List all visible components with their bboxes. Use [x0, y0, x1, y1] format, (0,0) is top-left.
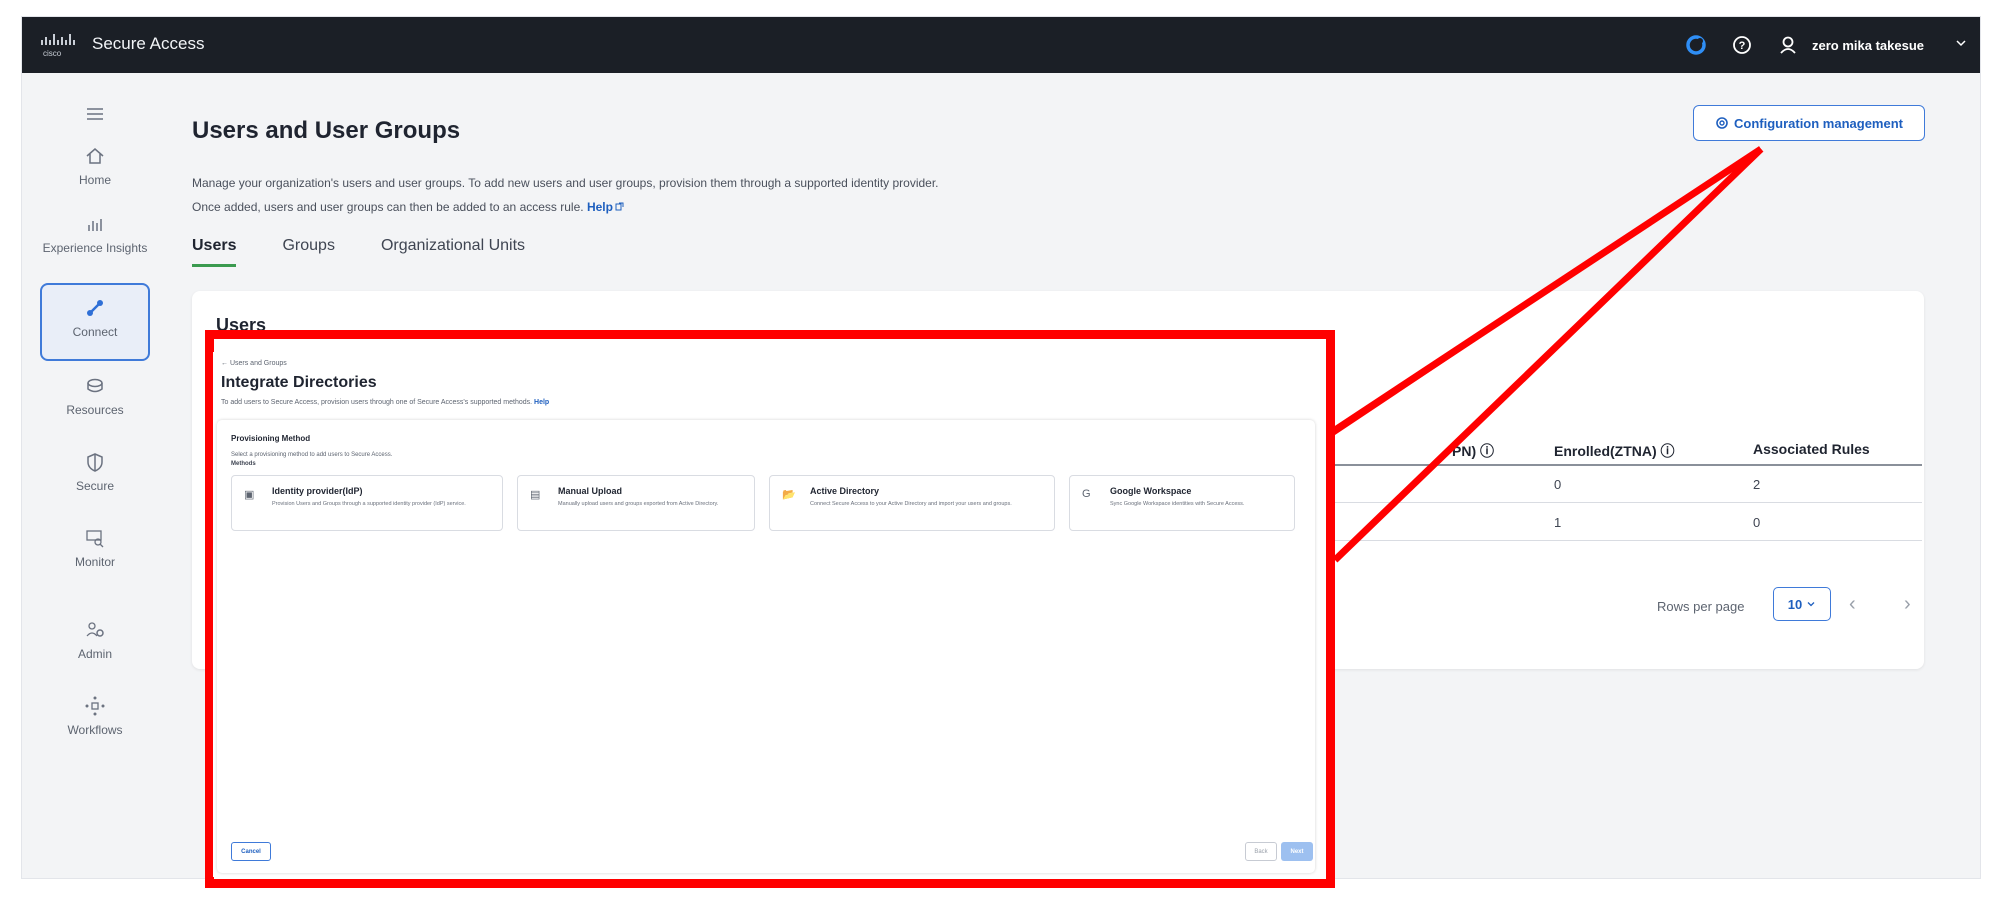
rows-per-page-value: 10: [1788, 597, 1802, 612]
next-page-button[interactable]: ›: [1904, 593, 1911, 616]
modal-help-link[interactable]: Help: [534, 399, 549, 406]
method-title: Manual Upload: [558, 486, 622, 496]
provisioning-method-subtitle: Select a provisioning method to add user…: [231, 452, 392, 458]
status-icon[interactable]: [1684, 33, 1708, 57]
nav-label-experience-insights: Experience Insights: [43, 241, 148, 255]
nav-item-workflows[interactable]: Workflows: [40, 695, 150, 737]
left-nav: Home Experience Insights Connect Resourc…: [22, 73, 167, 879]
page-description-2-text: Once added, users and user groups can th…: [192, 200, 584, 214]
back-to-users-and-groups-link[interactable]: ← Users and Groups: [221, 360, 287, 367]
column-header-vpn: PN) ⓘ: [1452, 441, 1494, 461]
tab-bar: Users Groups Organizational Units: [192, 237, 571, 267]
connect-icon: [84, 297, 106, 319]
rows-per-page-select[interactable]: 10: [1773, 587, 1831, 621]
column-header-enrolled-ztna: Enrolled(ZTNA) ⓘ: [1554, 441, 1675, 461]
method-title: Active Directory: [810, 486, 879, 496]
external-link-icon: [615, 202, 624, 211]
shield-icon: [84, 451, 106, 473]
info-icon: ⓘ: [1661, 443, 1675, 459]
row-2-enrolled: 1: [1554, 515, 1561, 530]
configuration-management-button[interactable]: Configuration management: [1693, 105, 1925, 141]
svg-text:?: ?: [1739, 40, 1746, 52]
nav-label-secure: Secure: [76, 479, 114, 493]
help-icon[interactable]: ?: [1730, 33, 1754, 57]
row-1-rules: 2: [1753, 477, 1760, 492]
tab-users[interactable]: Users: [192, 237, 236, 267]
nav-item-home[interactable]: Home: [40, 145, 150, 187]
modal-subtitle-text: To add users to Secure Access, provision…: [221, 399, 532, 406]
hamburger-menu-icon[interactable]: [40, 103, 150, 131]
info-icon: ⓘ: [1480, 443, 1494, 459]
help-link-label: Help: [587, 200, 613, 214]
nav-item-resources[interactable]: Resources: [40, 375, 150, 417]
method-title: Identity provider(IdP): [272, 486, 363, 496]
rows-per-page-label: Rows per page: [1657, 599, 1744, 614]
nav-label-resources: Resources: [66, 403, 123, 417]
workflows-icon: [84, 695, 106, 717]
row-2-rules: 0: [1753, 515, 1760, 530]
configuration-management-label: Configuration management: [1734, 116, 1903, 131]
method-description: Connect Secure Access to your Active Dir…: [810, 500, 1040, 508]
nav-label-admin: Admin: [78, 647, 112, 661]
modal-title: Integrate Directories: [221, 374, 377, 392]
page-description-2: Once added, users and user groups can th…: [192, 200, 624, 214]
directory-icon: 📂: [782, 488, 796, 501]
cancel-button[interactable]: Cancel: [231, 842, 271, 861]
nav-item-admin[interactable]: Admin: [40, 619, 150, 661]
cisco-wordmark: cisco: [43, 49, 62, 58]
page-description: Manage your organization's users and use…: [192, 176, 939, 190]
column-header-associated-rules: Associated Rules: [1753, 441, 1870, 457]
method-title: Google Workspace: [1110, 486, 1191, 496]
method-google-workspace[interactable]: G Google Workspace Sync Google Workspace…: [1069, 475, 1295, 531]
chevron-down-icon: [1806, 599, 1816, 609]
column-header-enrolled-label: Enrolled(ZTNA): [1554, 443, 1657, 459]
method-manual-upload[interactable]: ▤ Manual Upload Manually upload users an…: [517, 475, 755, 531]
home-icon: [84, 145, 106, 167]
provisioning-method-panel: Provisioning Method Select a provisionin…: [217, 420, 1315, 873]
nav-label-workflows: Workflows: [67, 723, 122, 737]
app-title: Secure Access: [92, 34, 204, 54]
help-link[interactable]: Help: [587, 200, 624, 214]
top-bar: cisco Secure Access ? zero mika takesue: [22, 17, 1981, 73]
chevron-down-icon[interactable]: [1954, 36, 1968, 55]
methods-label: Methods: [231, 461, 256, 467]
tab-organizational-units[interactable]: Organizational Units: [381, 237, 525, 267]
provisioning-method-title: Provisioning Method: [231, 434, 310, 443]
modal-subtitle: To add users to Secure Access, provision…: [221, 399, 549, 406]
admin-icon: [84, 619, 106, 641]
column-header-vpn-label: PN): [1452, 443, 1476, 459]
method-identity-provider[interactable]: ▣ Identity provider(IdP) Provision Users…: [231, 475, 503, 531]
nav-item-experience-insights[interactable]: Experience Insights: [40, 213, 150, 255]
nav-item-secure[interactable]: Secure: [40, 451, 150, 493]
method-description: Manually upload users and groups exporte…: [558, 500, 748, 508]
previous-page-button[interactable]: ‹: [1849, 593, 1856, 616]
resources-icon: [84, 375, 106, 397]
nav-label-home: Home: [79, 173, 111, 187]
method-active-directory[interactable]: 📂 Active Directory Connect Secure Access…: [769, 475, 1055, 531]
method-description: Sync Google Workspace identities with Se…: [1110, 500, 1285, 508]
insights-icon: [84, 213, 106, 235]
cisco-logo: cisco: [40, 32, 80, 58]
monitor-icon: [84, 527, 106, 549]
method-description: Provision Users and Groups through a sup…: [272, 500, 492, 508]
user-name[interactable]: zero mika takesue: [1812, 38, 1924, 53]
tab-groups[interactable]: Groups: [282, 237, 334, 267]
row-1-enrolled: 0: [1554, 477, 1561, 492]
back-button[interactable]: Back: [1245, 842, 1277, 861]
nav-label-monitor: Monitor: [75, 555, 115, 569]
google-icon: G: [1082, 488, 1091, 500]
nav-item-monitor[interactable]: Monitor: [40, 527, 150, 569]
gear-icon: [1715, 116, 1729, 130]
page-title: Users and User Groups: [192, 117, 460, 145]
nav-item-connect[interactable]: Connect: [40, 283, 150, 361]
back-link-label: Users and Groups: [230, 360, 287, 367]
integrate-directories-panel: ← Users and Groups Integrate Directories…: [213, 352, 1318, 877]
next-button[interactable]: Next: [1281, 842, 1313, 861]
user-icon[interactable]: [1776, 33, 1800, 57]
idp-icon: ▣: [244, 488, 254, 501]
upload-icon: ▤: [530, 488, 540, 501]
nav-label-connect: Connect: [73, 325, 118, 339]
